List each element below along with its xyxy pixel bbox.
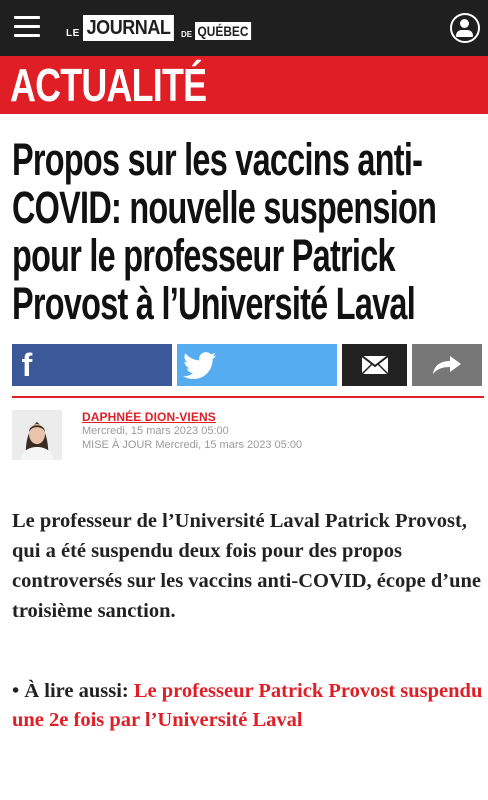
email-share-button[interactable]: [342, 344, 407, 386]
facebook-share-button[interactable]: f: [12, 344, 172, 386]
top-bar: LE JOURNAL DE QUÉBEC: [0, 0, 488, 56]
updated-date: MISE À JOUR Mercredi, 15 mars 2023 05:00: [82, 439, 303, 451]
more-share-button[interactable]: [412, 344, 482, 386]
menu-line: [14, 25, 40, 28]
published-date: Mercredi, 15 mars 2023 05:00: [82, 425, 229, 437]
logo-le: LE: [66, 28, 80, 39]
menu-line: [14, 34, 40, 37]
author-avatar[interactable]: [12, 410, 62, 460]
twitter-share-button[interactable]: [177, 344, 337, 386]
section-banner[interactable]: ACTUALITÉ: [0, 56, 488, 114]
menu-line: [14, 16, 40, 19]
hamburger-menu-icon[interactable]: [14, 16, 40, 38]
related-prefix: À lire aussi:: [24, 680, 129, 702]
article-headline: Propos sur les vaccins anti-COVID: nouve…: [12, 134, 437, 329]
site-logo[interactable]: LE JOURNAL DE QUÉBEC: [66, 14, 261, 42]
twitter-icon: [183, 352, 217, 380]
related-article: • À lire aussi: Le professeur Patrick Pr…: [12, 677, 484, 735]
account-icon-head: [460, 19, 469, 28]
author-photo: [12, 410, 62, 460]
article-lead: Le professeur de l’Université Laval Patr…: [12, 510, 481, 622]
account-icon-body: [456, 30, 473, 37]
logo-quebec: QUÉBEC: [195, 22, 252, 40]
logo-journal: JOURNAL: [82, 15, 174, 41]
facebook-icon: f: [21, 347, 33, 383]
related-bullet: •: [12, 680, 20, 702]
section-label: ACTUALITÉ: [10, 59, 207, 111]
share-arrow-icon: [433, 356, 461, 374]
logo-de: DE: [180, 30, 193, 39]
byline-divider: [12, 396, 484, 398]
email-icon: [361, 356, 388, 374]
user-account-icon[interactable]: [450, 13, 480, 43]
author-name-link[interactable]: DAPHNÉE DION-VIENS: [82, 410, 216, 424]
